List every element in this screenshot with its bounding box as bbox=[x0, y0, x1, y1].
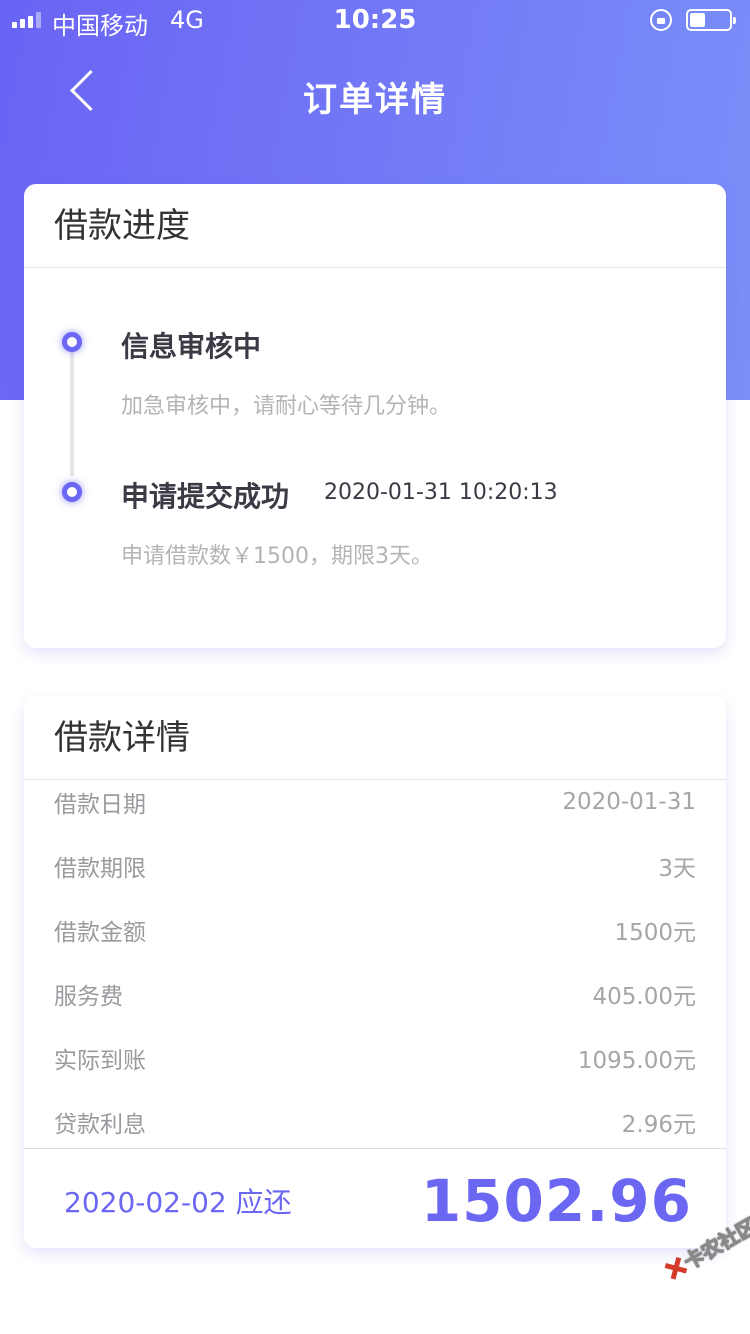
detail-value: 1095.00元 bbox=[577, 1048, 696, 1074]
step-description: 申请借款数￥1500，期限3天。 bbox=[121, 544, 433, 569]
detail-list[interactable]: 借款日期 2020-01-31 借款期限 3天 借款金额 1500元 服务费 4… bbox=[24, 780, 726, 1148]
page-title: 订单详情 bbox=[303, 80, 447, 120]
detail-row: 实际到账 1095.00元 bbox=[54, 1038, 696, 1078]
step-title: 信息审核中 bbox=[121, 330, 262, 363]
detail-value: 3天 bbox=[658, 856, 696, 882]
watermark-text: 卡农社区 bbox=[679, 1213, 750, 1275]
timeline-dot-icon bbox=[62, 482, 82, 502]
detail-row: 借款期限 3天 bbox=[54, 846, 696, 886]
detail-label: 借款期限 bbox=[54, 856, 146, 882]
progress-card-title: 借款进度 bbox=[24, 184, 726, 268]
detail-value: 405.00元 bbox=[592, 984, 696, 1010]
detail-row: 借款金额 1500元 bbox=[54, 910, 696, 950]
detail-row: 服务费 405.00元 bbox=[54, 974, 696, 1014]
detail-label: 服务费 bbox=[54, 984, 123, 1010]
detail-row: 借款日期 2020-01-31 bbox=[54, 782, 696, 822]
loan-detail-card: 借款详情 借款日期 2020-01-31 借款期限 3天 借款金额 1500元 … bbox=[24, 696, 726, 1248]
step-timestamp: 2020-01-31 10:20:13 bbox=[324, 480, 558, 505]
status-time: 10:25 bbox=[333, 5, 417, 35]
detail-label: 借款日期 bbox=[54, 792, 146, 818]
status-bar: 中国移动 4G 10:25 bbox=[0, 0, 750, 40]
timeline-connector bbox=[70, 344, 74, 476]
step-description: 加急审核中，请耐心等待几分钟。 bbox=[121, 394, 452, 419]
detail-value: 2.96元 bbox=[621, 1112, 696, 1138]
detail-card-title: 借款详情 bbox=[24, 696, 726, 780]
detail-label: 贷款利息 bbox=[54, 1112, 146, 1138]
battery-icon bbox=[686, 9, 736, 31]
due-date-label: 2020-02-02 应还 bbox=[64, 1186, 292, 1219]
detail-label: 借款金额 bbox=[54, 920, 146, 946]
detail-label: 实际到账 bbox=[54, 1048, 146, 1074]
detail-value: 2020-01-31 bbox=[562, 789, 696, 815]
timeline-dot-icon bbox=[62, 332, 82, 352]
step-title: 申请提交成功 bbox=[121, 480, 290, 513]
loan-progress-card: 借款进度 信息审核中 加急审核中，请耐心等待几分钟。 申请提交成功 2020-0… bbox=[24, 184, 726, 648]
rotation-lock-icon bbox=[650, 9, 672, 31]
repayment-footer: 2020-02-02 应还 1502.96 bbox=[24, 1148, 726, 1248]
detail-row: 贷款利息 2.96元 bbox=[54, 1102, 696, 1142]
detail-value: 1500元 bbox=[614, 920, 696, 946]
due-amount: 1502.96 bbox=[420, 1167, 692, 1235]
